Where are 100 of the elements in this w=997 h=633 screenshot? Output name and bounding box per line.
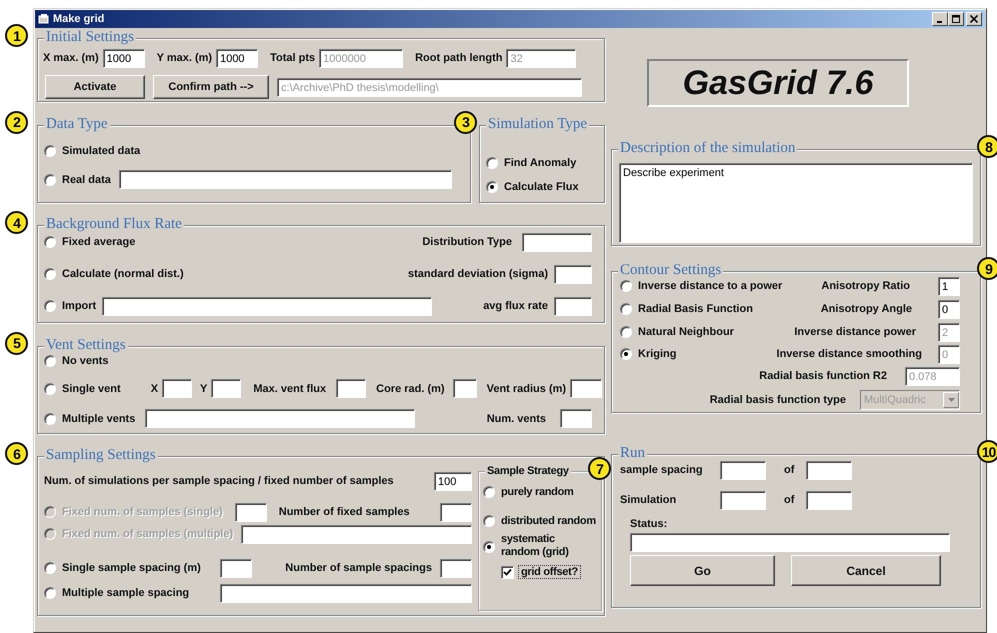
field-label: Radial basis function type [710,394,846,406]
text-field[interactable] [145,409,416,428]
callout-number: 8 [977,135,997,158]
radio-option[interactable]: Find Anomaly [486,156,576,168]
radio-option[interactable]: Multiple sample spacing [44,587,216,599]
field-label: Simulation [620,494,678,506]
radio-option[interactable]: Multiple vents [44,412,136,424]
close-icon [970,15,978,23]
radio-option[interactable]: Real data [44,174,111,186]
text-field[interactable] [560,409,592,428]
text-field[interactable] [806,490,852,510]
text-field[interactable] [720,490,766,510]
radio-option[interactable]: Radial Basis Function [620,303,753,315]
radio-option[interactable]: Import [44,300,96,312]
text-field[interactable] [720,460,766,480]
field-label: Distribution Type [422,236,512,248]
text-field[interactable] [234,502,267,522]
push-button[interactable]: Confirm path --> [153,75,269,99]
radio-option[interactable]: Natural Neighbour [620,326,734,338]
radio-option[interactable]: distributed random [483,515,596,527]
text-field[interactable] [118,170,452,189]
field-label: Y [200,382,208,394]
field-label: Inverse distance power [794,326,916,338]
text-area[interactable]: Describe experiment [619,163,973,243]
group-title: Vent Settings [44,336,128,354]
callout-number: 5 [5,332,28,354]
text-field[interactable] [336,379,366,398]
text-field[interactable] [806,460,852,480]
text-field[interactable] [440,502,472,522]
text-field[interactable] [522,232,592,252]
group-title: Initial Settings [44,29,136,46]
radio-option[interactable]: Calculate Flux [486,180,579,192]
callout-number: 3 [454,110,477,134]
text-field[interactable] [554,264,592,284]
group-title: Simulation Type [486,116,590,132]
radio-option[interactable]: Simulated data [44,144,140,156]
field-label: Total pts [270,52,316,64]
maximize-button[interactable] [948,12,964,26]
app-icon [38,13,50,25]
field-label: Num. of simulations per sample spacing / fixed number of samples [44,475,394,487]
text-field[interactable] [570,379,602,398]
text-field[interactable]: 0 [938,300,960,318]
text-field[interactable] [630,532,950,552]
callout-number: 7 [588,457,611,480]
text-field[interactable]: 1000 [102,48,145,68]
group-title: Background Flux Rate [44,216,184,233]
radio-option[interactable]: No vents [44,354,108,366]
field-label: X [150,382,158,394]
text-field[interactable] [241,524,472,544]
group-title: Contour Settings [618,262,724,279]
radio-option[interactable]: Kriging [620,348,676,360]
radio-option[interactable]: Single vent [44,382,121,394]
group-title: Sampling Settings [44,447,158,464]
field-label: Max. vent flux [253,382,326,394]
text-field[interactable] [211,379,242,398]
radio-option[interactable]: Fixed average [44,236,136,248]
text-field[interactable] [440,558,472,578]
text-field[interactable] [162,379,192,398]
text-field[interactable]: 1000 [216,48,258,68]
radio-option[interactable]: Single sample spacing (m) [44,562,216,574]
field-label: X max. (m) [43,52,99,64]
text-field[interactable] [452,379,477,398]
field-label: Root path length [415,52,502,64]
radio-option[interactable]: purely random [483,486,574,498]
field-label: Status: [630,518,668,530]
field-label: of [784,494,794,506]
text-field[interactable]: 1 [938,276,960,296]
text-field[interactable] [102,296,432,316]
radio-option[interactable]: systematic random (grid) [483,533,589,559]
callout-number: 4 [5,211,28,234]
push-button[interactable]: Go [630,555,775,586]
app-logo: GasGrid 7.6 [647,59,909,107]
check-icon [503,568,512,576]
text-field[interactable] [220,558,252,578]
push-button[interactable]: Cancel [791,555,941,586]
field-label: of [784,464,794,476]
text-field[interactable] [554,296,592,316]
callout-number: 2 [5,110,28,134]
field-label: Radial basis function R2 [759,370,887,382]
field-label: Anisotropy Ratio [821,280,910,292]
field-label: Anisotropy Angle [820,303,912,315]
field-label: Number of sample spacings [285,562,432,574]
push-button[interactable]: Activate [45,75,145,99]
text-field[interactable] [220,584,472,602]
dropdown-arrow-icon [948,398,954,402]
field-label: Y max. (m) [156,52,212,64]
window-title: Make grid [53,13,104,25]
radio-option[interactable]: Calculate (normal dist.) [44,268,184,280]
callout-number: 1 [5,24,28,47]
field-label: Number of fixed samples [278,506,410,518]
field-label: Core rad. (m) [376,382,445,394]
group-title: Data Type [44,116,110,132]
minimize-button[interactable] [932,12,948,26]
text-field[interactable]: 100 [434,472,472,490]
field-label: Vent radius (m) [486,382,566,394]
group-title: Sample Strategy [485,464,571,478]
callout-number: 9 [977,257,997,280]
close-button[interactable] [966,12,982,26]
radio-option[interactable]: Inverse distance to a power [620,280,782,292]
field-label: avg flux rate [483,300,548,312]
